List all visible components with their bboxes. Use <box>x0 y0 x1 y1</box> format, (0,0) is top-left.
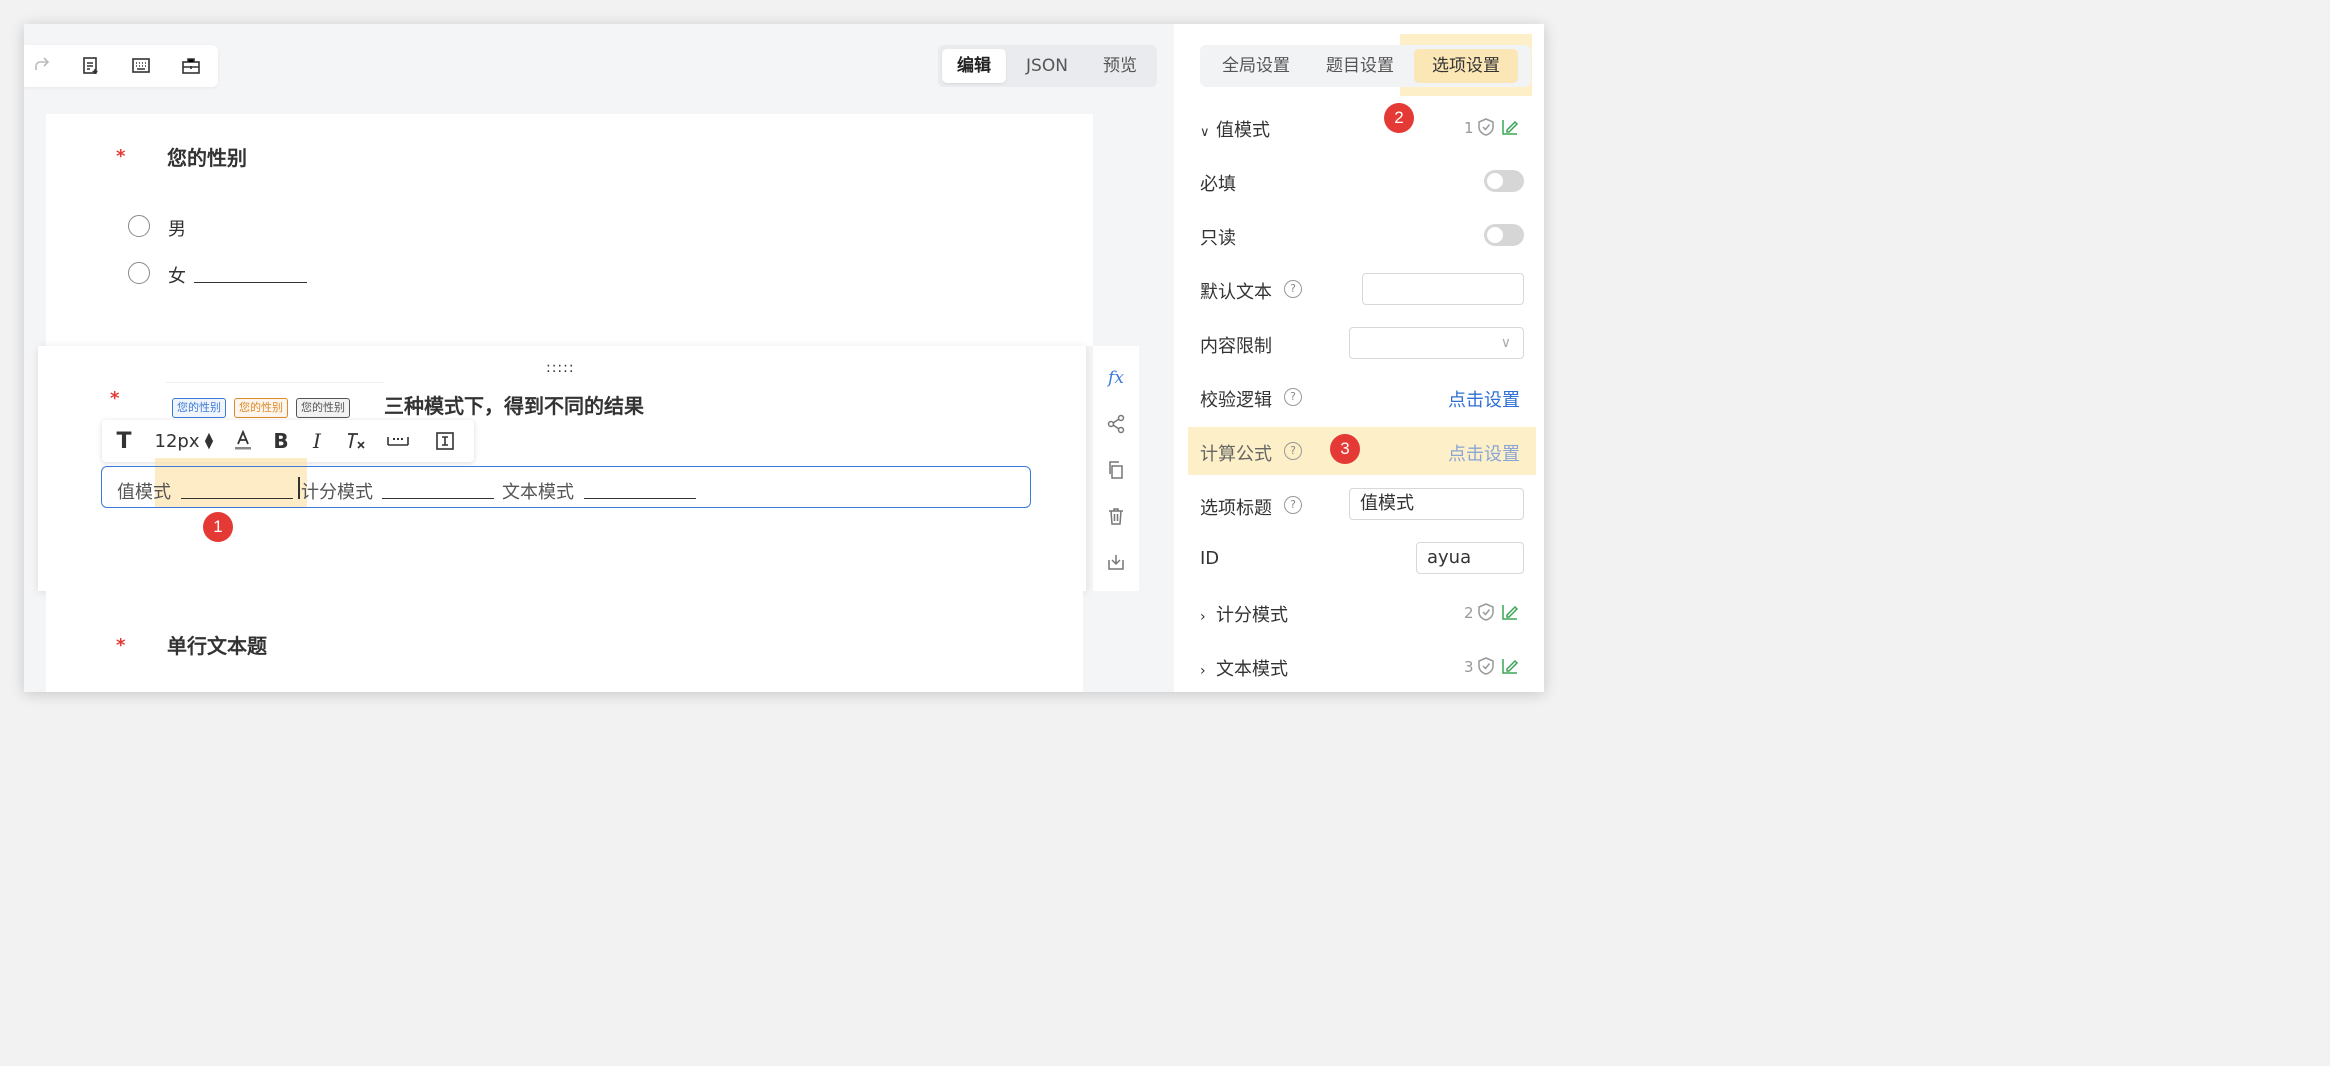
option-label-female: 女 <box>168 266 186 287</box>
view-switch: 编辑 JSON 预览 <box>938 45 1157 87</box>
reference-tag[interactable]: 您的性别 <box>234 398 288 418</box>
reference-tag[interactable]: 您的性别 <box>172 398 226 418</box>
default-text-input[interactable] <box>1362 273 1524 305</box>
bold-icon[interactable]: B <box>268 420 294 462</box>
font-size-stepper-icon[interactable]: ▲ ▼ <box>202 420 216 462</box>
label-required: 必填 <box>1200 174 1236 195</box>
chevron-down-icon: ∨ <box>1500 335 1511 351</box>
text-cursor <box>298 477 300 499</box>
fill-blank[interactable] <box>194 282 307 283</box>
question-title: 单行文本题 <box>167 634 267 658</box>
redo-icon[interactable] <box>30 54 54 78</box>
group-count: 2 <box>1464 604 1474 622</box>
chevron-down-icon: ∨ <box>1200 125 1210 140</box>
group-header-text-mode[interactable]: › 文本模式 <box>1200 655 1288 681</box>
settings-panel: 全局设置 题目设置 选项设置 2 ∨ 值模式 1 必填 只读 默认文本 ? 内容限… <box>1174 24 1544 692</box>
copy-icon[interactable] <box>1104 458 1128 482</box>
required-marker: * <box>110 388 120 409</box>
formula-setup-link[interactable]: 点击设置 <box>1448 440 1520 466</box>
insert-field-icon[interactable] <box>432 420 458 462</box>
label-formula: 计算公式 <box>1200 444 1272 465</box>
group-count: 3 <box>1464 658 1474 676</box>
drag-handle[interactable]: ::::: <box>546 360 575 376</box>
reference-tag-bar: 您的性别 您的性别 您的性别 <box>166 382 384 420</box>
font-size-select[interactable]: 12px <box>150 420 204 462</box>
label-content-limit: 内容限制 <box>1200 336 1272 357</box>
shield-check-icon <box>1477 602 1495 626</box>
group-count: 1 <box>1464 119 1474 137</box>
app-window: 编辑 JSON 预览 * 您的性别 男 女 ::::: * 您的性别 您的性别 … <box>24 24 1544 692</box>
question-side-tools: fx <box>1093 346 1139 591</box>
fx-icon[interactable]: fx <box>1104 366 1128 390</box>
question-card-single-text[interactable]: * 单行文本题 <box>46 591 1083 692</box>
tab-question-settings[interactable]: 题目设置 <box>1308 45 1412 87</box>
editor-toolbar <box>24 45 218 87</box>
group-header-score-mode[interactable]: › 计分模式 <box>1200 601 1288 627</box>
segment-label-value: 值模式 <box>117 482 171 503</box>
format-toolbar: T 12px ▲ ▼ B I <box>102 420 474 462</box>
tab-option-settings[interactable]: 选项设置 <box>1414 49 1518 83</box>
radio-female[interactable] <box>128 262 150 284</box>
label-id: ID <box>1200 548 1220 569</box>
blank-value[interactable] <box>181 498 293 499</box>
clear-format-icon[interactable] <box>342 420 370 462</box>
segment-label-score: 计分模式 <box>301 482 373 503</box>
toggle-readonly[interactable] <box>1484 224 1524 246</box>
tab-edit[interactable]: 编辑 <box>942 49 1006 83</box>
step-badge-1: 1 <box>203 512 233 542</box>
shield-check-icon <box>1477 117 1495 141</box>
delete-icon[interactable] <box>1104 504 1128 528</box>
insert-blank-icon[interactable] <box>384 420 412 462</box>
help-icon[interactable]: ? <box>1284 280 1302 298</box>
option-label-male: 男 <box>168 219 186 240</box>
help-icon[interactable]: ? <box>1284 442 1302 460</box>
toggle-required[interactable] <box>1484 170 1524 192</box>
edit-note-icon[interactable] <box>1501 657 1519 679</box>
blank-text[interactable] <box>584 498 696 499</box>
required-marker: * <box>116 146 126 167</box>
save-icon[interactable] <box>1104 550 1128 574</box>
question-card-gender[interactable]: * 您的性别 男 女 <box>46 114 1093 346</box>
segment-label-text: 文本模式 <box>502 482 574 503</box>
text-style-icon[interactable]: T <box>110 420 138 462</box>
tab-json[interactable]: JSON <box>1012 49 1082 83</box>
group-header-value-mode[interactable]: ∨ 值模式 <box>1200 116 1270 142</box>
font-color-icon[interactable] <box>230 420 256 462</box>
shield-check-icon <box>1477 656 1495 680</box>
option-title-input[interactable]: 值模式 <box>1349 488 1524 520</box>
settings-tabs: 全局设置 题目设置 选项设置 <box>1200 45 1531 87</box>
step-badge-3: 3 <box>1330 434 1360 464</box>
question-title: 您的性别 <box>167 146 247 170</box>
reference-tag[interactable]: 您的性别 <box>296 398 350 418</box>
form-icon[interactable] <box>79 54 103 78</box>
help-icon[interactable]: ? <box>1284 388 1302 406</box>
step-badge-2: 2 <box>1384 103 1414 133</box>
edit-note-icon[interactable] <box>1501 603 1519 625</box>
italic-icon[interactable]: I <box>304 420 330 462</box>
question-card-modes[interactable]: ::::: * 您的性别 您的性别 您的性别 三种模式下，得到不同的结果 T 1… <box>38 346 1086 591</box>
label-default-text: 默认文本 <box>1200 282 1272 303</box>
label-validate: 校验逻辑 <box>1200 390 1272 411</box>
chevron-right-icon: › <box>1200 663 1206 679</box>
required-marker: * <box>116 635 126 656</box>
group-label: 值模式 <box>1216 120 1270 141</box>
radio-male[interactable] <box>128 215 150 237</box>
label-option-title: 选项标题 <box>1200 498 1272 519</box>
tab-preview[interactable]: 预览 <box>1088 49 1152 83</box>
validate-setup-link[interactable]: 点击设置 <box>1448 386 1520 412</box>
logic-icon[interactable] <box>1104 412 1128 436</box>
content-limit-select[interactable]: ∨ <box>1349 327 1524 359</box>
id-input[interactable]: ayua <box>1416 542 1524 574</box>
question-title: 三种模式下，得到不同的结果 <box>384 394 644 418</box>
chevron-right-icon: › <box>1200 609 1206 625</box>
keyboard-icon[interactable] <box>129 54 153 78</box>
label-readonly: 只读 <box>1200 228 1236 249</box>
edit-note-icon[interactable] <box>1501 118 1519 140</box>
briefcase-icon[interactable] <box>179 54 203 78</box>
blank-score[interactable] <box>382 498 494 499</box>
tab-global-settings[interactable]: 全局设置 <box>1204 45 1308 87</box>
help-icon[interactable]: ? <box>1284 496 1302 514</box>
group-label: 计分模式 <box>1216 605 1288 626</box>
group-label: 文本模式 <box>1216 659 1288 680</box>
